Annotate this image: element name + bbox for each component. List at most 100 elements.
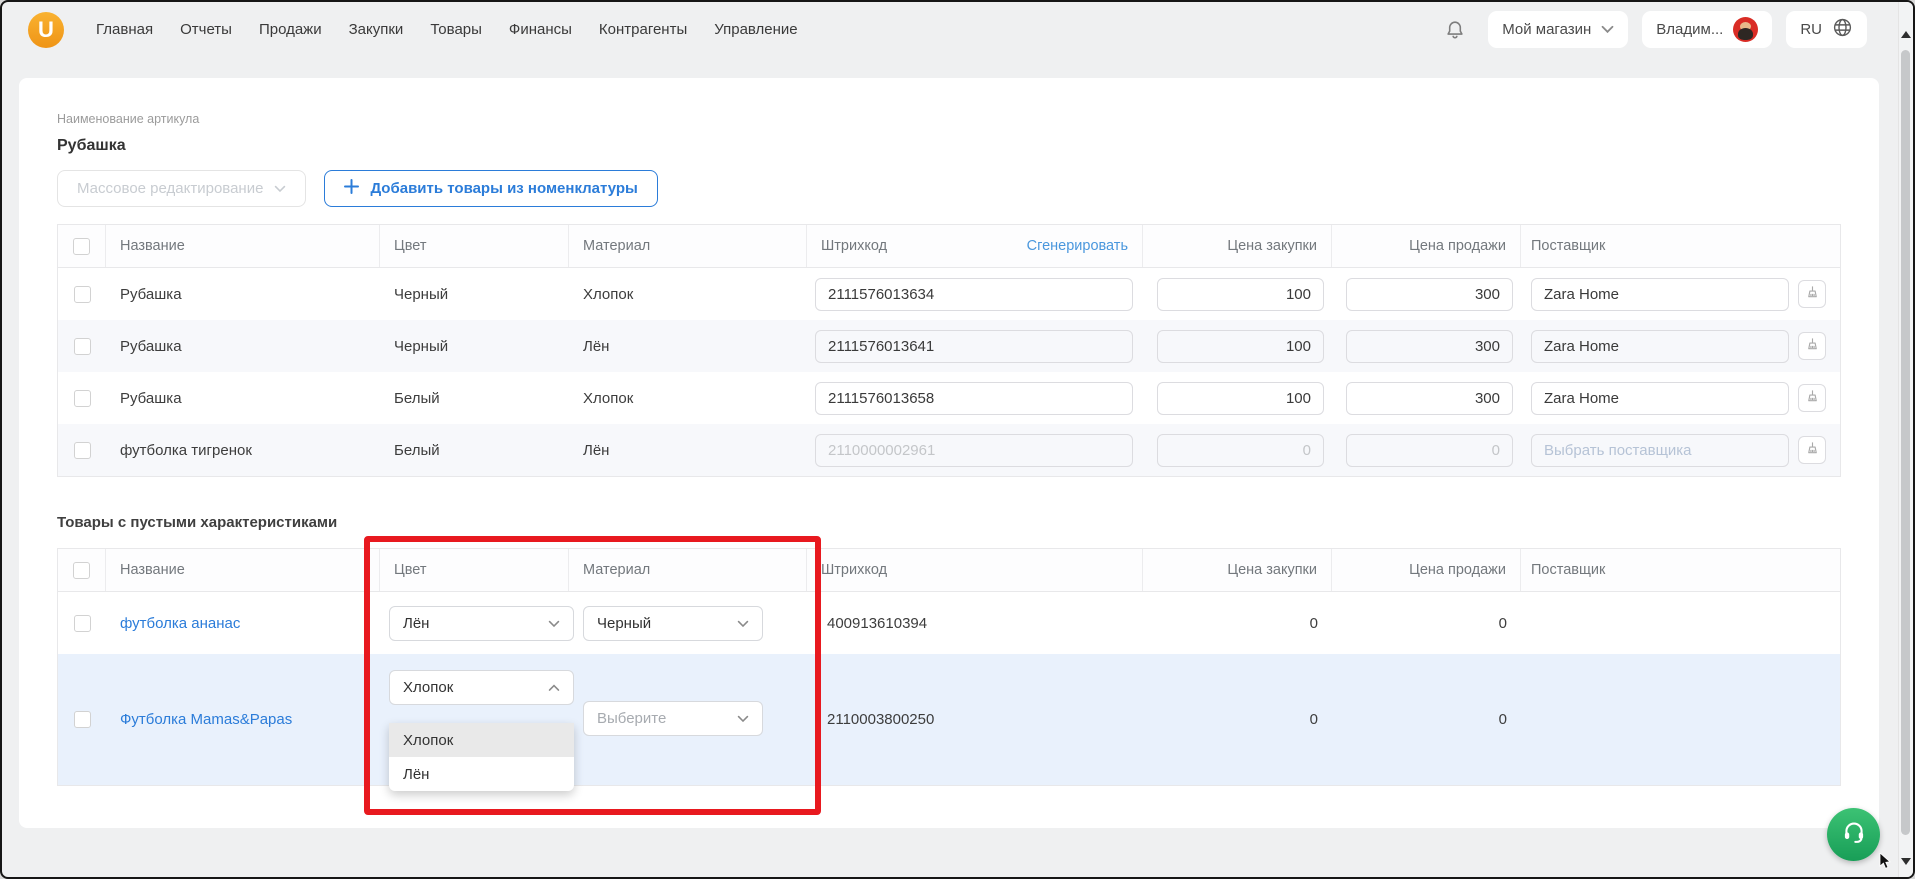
bulk-edit-label: Массовое редактирование (77, 180, 264, 197)
purchase-price-input[interactable] (1157, 329, 1324, 363)
material-select[interactable]: Черный (583, 605, 763, 641)
barcode-input[interactable] (815, 277, 1133, 311)
product-material: Лён (583, 337, 610, 355)
product-name: Рубашка (120, 285, 182, 303)
product-material: Хлопок (583, 389, 634, 407)
user-avatar (1733, 17, 1759, 42)
product-name-link[interactable]: футболка ананас (120, 615, 240, 632)
purchase-price-input[interactable] (1157, 381, 1324, 415)
col-header-name: Название (106, 549, 380, 591)
barcode-input[interactable] (815, 329, 1133, 363)
product-color: Черный (394, 337, 449, 355)
color-select[interactable]: Лён (389, 605, 574, 641)
brand-logo[interactable]: U (28, 11, 64, 48)
row-checkbox[interactable] (73, 285, 91, 303)
dropdown-option-cotton[interactable]: Хлопок (389, 723, 574, 757)
add-products-button[interactable]: Добавить товары из номенклатуры (324, 170, 658, 207)
vertical-scrollbar[interactable] (1898, 2, 1913, 877)
purchase-price-input[interactable] (1157, 433, 1324, 467)
store-selector[interactable]: Мой магазин (1488, 11, 1629, 48)
color-select-value: Лён (403, 614, 430, 632)
product-material: Лён (583, 441, 610, 459)
menu-item-sales[interactable]: Продажи (259, 21, 322, 38)
color-options-dropdown: Хлопок Лён (389, 723, 574, 791)
row-checkbox[interactable] (73, 614, 91, 632)
empty-characteristics-table: Название Цвет Материал Штрихкод Цена зак… (57, 548, 1841, 791)
color-select-open[interactable]: Хлопок (389, 670, 574, 705)
supplier-input[interactable] (1531, 381, 1789, 415)
sale-price-input[interactable] (1346, 381, 1513, 415)
product-color: Белый (394, 389, 440, 407)
sale-price-input[interactable] (1346, 277, 1513, 311)
product-material: Хлопок (583, 285, 634, 303)
sale-price-value: 0 (1498, 614, 1507, 632)
col-header-supplier: Поставщик (1531, 238, 1606, 254)
notifications-bell-icon[interactable] (1436, 11, 1474, 49)
clear-supplier-button[interactable] (1798, 280, 1826, 308)
supplier-input[interactable] (1531, 277, 1789, 311)
bulk-edit-button[interactable]: Массовое редактирование (57, 170, 307, 207)
clear-supplier-button[interactable] (1798, 384, 1826, 412)
product-name: Рубашка (120, 337, 182, 355)
user-menu[interactable]: Владим... (1642, 11, 1773, 48)
col-header-barcode: Штрихкод Сгенерировать (807, 225, 1143, 267)
barcode-input[interactable] (815, 433, 1133, 467)
dropdown-option-linen[interactable]: Лён (389, 757, 574, 791)
col-header-material: Материал (569, 549, 807, 591)
menu-item-purchases[interactable]: Закупки (349, 21, 404, 38)
col-header-sale-price: Цена продажи (1332, 225, 1521, 267)
menu-item-management[interactable]: Управление (714, 21, 797, 38)
article-name-label: Наименование артикула (57, 112, 200, 126)
col-header-color: Цвет (380, 225, 569, 267)
plus-icon (344, 179, 360, 198)
menu-item-finance[interactable]: Финансы (509, 21, 572, 38)
row-checkbox[interactable] (73, 711, 91, 728)
select-all-checkbox[interactable] (73, 237, 90, 255)
supplier-input[interactable] (1531, 329, 1789, 363)
col-header-purchase-price: Цена закупки (1143, 225, 1332, 267)
support-chat-button[interactable] (1827, 808, 1880, 861)
article-name-value: Рубашка (57, 137, 126, 154)
topbar-right: Мой магазин Владим... RU (1436, 11, 1867, 49)
globe-icon (1832, 17, 1853, 42)
col-header-sale-price: Цена продажи (1332, 549, 1521, 591)
scrollbar-thumb[interactable] (1901, 50, 1910, 835)
purchase-price-value: 0 (1309, 614, 1318, 632)
sale-price-input[interactable] (1346, 329, 1513, 363)
content-card: Наименование артикула Рубашка Массовое р… (19, 78, 1879, 828)
row-checkbox[interactable] (73, 389, 91, 407)
barcode-input[interactable] (815, 381, 1133, 415)
purchase-price-input[interactable] (1157, 277, 1324, 311)
broom-icon (1805, 441, 1820, 459)
purchase-price-value: 0 (1309, 711, 1318, 728)
product-name: футболка тигренок (120, 441, 252, 459)
products-table-header: Название Цвет Материал Штрихкод Сгенерир… (58, 225, 1840, 268)
menu-item-products[interactable]: Товары (430, 21, 482, 38)
generate-barcodes-link[interactable]: Сгенерировать (1027, 238, 1128, 254)
scroll-up-arrow-icon[interactable] (1901, 31, 1911, 38)
select-all-checkbox[interactable] (73, 561, 90, 579)
chevron-down-icon (548, 615, 560, 632)
barcode-value: 400913610394 (827, 614, 928, 632)
row-checkbox[interactable] (73, 441, 91, 459)
row-checkbox[interactable] (73, 337, 91, 355)
product-name-link[interactable]: Футболка Mamas&Papas (120, 711, 292, 728)
col-header-color: Цвет (380, 549, 569, 591)
material-select-placeholder[interactable]: Выберите (583, 701, 763, 736)
menu-item-reports[interactable]: Отчеты (180, 21, 232, 38)
sale-price-input[interactable] (1346, 433, 1513, 467)
table-row: Рубашка Черный Хлопок (58, 268, 1840, 320)
headset-icon (1841, 819, 1867, 850)
clear-supplier-button[interactable] (1798, 332, 1826, 360)
supplier-input[interactable] (1531, 433, 1789, 467)
scroll-down-arrow-icon[interactable] (1901, 858, 1911, 865)
clear-supplier-button[interactable] (1798, 436, 1826, 464)
material-select-placeholder-text: Выберите (597, 710, 667, 727)
menu-item-contractors[interactable]: Контрагенты (599, 21, 687, 38)
menu-item-home[interactable]: Главная (96, 21, 153, 38)
col-header-name: Название (106, 225, 380, 267)
sale-price-value: 0 (1498, 711, 1507, 728)
top-navigation: U Главная Отчеты Продажи Закупки Товары … (2, 2, 1913, 57)
language-switcher[interactable]: RU (1786, 11, 1867, 48)
products-table: Название Цвет Материал Штрихкод Сгенерир… (57, 224, 1841, 477)
